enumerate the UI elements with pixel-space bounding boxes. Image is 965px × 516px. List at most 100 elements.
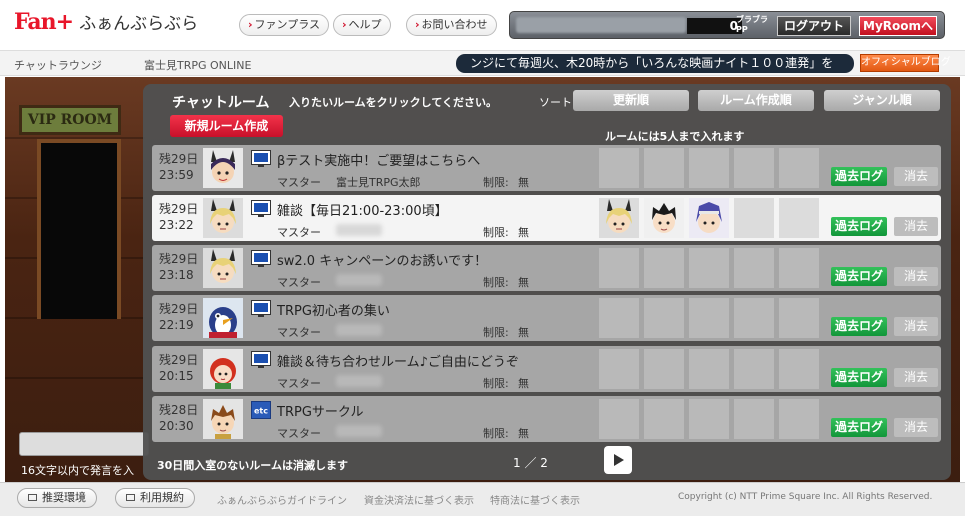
room-title: TRPG初心者の集い [277,304,390,319]
payment-law-link[interactable]: 資金決済法に基づく表示 [364,492,474,507]
delete-room-button[interactable]: 消去 [894,217,938,236]
room-row[interactable]: 残28日 20:30 etc TRPGサークル マスター 制限: 無 過去ログ 消去 [152,396,941,442]
site-logo[interactable]: Fan+ ふぁんぶらぶら [14,9,198,35]
room-updated-time: 23:22 [159,218,194,232]
empty-slot [689,248,729,288]
empty-slot [599,349,639,389]
pp-label: ブラブラ PP [736,15,768,35]
chevron-right-icon: › [415,18,420,31]
empty-slot [644,349,684,389]
monitor-icon [251,200,271,218]
blonde-bunny-ears-avatar [203,248,243,288]
room-master-blurred [336,274,382,286]
room-row[interactable]: 残29日 23:22 雑談【毎日21:00-23:00頃】 マスター 制限: 無 過去ログ消… [152,195,941,241]
room-limit-value: 無 [518,226,529,239]
empty-slot [734,349,774,389]
delete-room-button[interactable]: 消去 [894,167,938,186]
official-blog-button[interactable]: オフィシャルブログ [860,54,951,72]
vip-room-door[interactable] [37,139,121,319]
footer: 推奨環境 利用規約 ふぁんぶらぶらガイドライン 資金決済法に基づく表示 特商法に… [0,482,965,516]
recommended-env-label: 推奨環境 [42,491,86,504]
room-master-label: マスター [277,176,321,189]
room-days-left: 残29日 [159,252,199,266]
past-log-button[interactable]: 過去ログ [831,368,887,387]
past-log-button[interactable]: 過去ログ [831,167,887,186]
room-updated-time: 20:30 [159,419,194,433]
nav-help-label: ヘルプ [348,18,382,31]
empty-slot [734,248,774,288]
empty-slot [644,148,684,188]
terms-button[interactable]: 利用規約 [115,488,195,508]
pp-label-line2: PP [736,25,748,34]
sort-by-created-button[interactable]: ルーム作成順 [698,90,814,111]
nav-help-link[interactable]: › ヘルプ [333,14,391,36]
room-master-name: 富士見TRPG太郎 [336,176,421,189]
brown-hair-boy-avatar [203,399,243,439]
nav-contact-label: お問い合わせ [421,18,488,31]
blonde-bunny-ears-avatar [203,198,243,238]
empty-slot [689,298,729,338]
myroom-button[interactable]: MyRoomへ [859,16,937,36]
room-limit-value: 無 [518,377,529,390]
monitor-icon [251,250,271,268]
room-master-label: マスター [277,427,321,440]
sort-by-genre-button[interactable]: ジャンル順 [824,90,940,111]
next-page-button[interactable] [604,446,632,474]
breadcrumb-room-name: 富士見TRPG ONLINE [144,59,252,72]
delete-room-button[interactable]: 消去 [894,267,938,286]
room-limit-label: 制限: [483,427,509,440]
nav-contact-link[interactable]: › お問い合わせ [406,14,497,36]
room-row[interactable]: 残29日 22:19 TRPG初心者の集い マスター 制限: 無 過去ログ 消去 [152,295,941,341]
room-limit-label: 制限: [483,326,509,339]
past-log-button[interactable]: 過去ログ [831,418,887,437]
new-room-button[interactable]: 新規ルーム作成 [170,115,283,137]
empty-slot [734,198,774,238]
room-limit-label: 制限: [483,377,509,390]
delete-room-button[interactable]: 消去 [894,368,938,387]
logout-button[interactable]: ログアウト [777,16,851,36]
past-log-button[interactable]: 過去ログ [831,267,887,286]
commerce-law-link[interactable]: 特商法に基づく表示 [490,492,580,507]
room-updated-time: 23:18 [159,268,194,282]
chat-message-input[interactable] [19,432,149,456]
nav-fanplus-link[interactable]: › ファンプラス [239,14,329,36]
room-title: sw2.0 キャンペーンのお誘いです！ [277,254,488,269]
empty-slot [779,399,819,439]
empty-slot [599,298,639,338]
sort-label: ソート [539,96,572,109]
room-master-label: マスター [277,226,321,239]
room-title: βテスト実施中！ご要望はこちらへ [277,154,481,169]
room-days-left: 残29日 [159,152,199,166]
delete-room-button[interactable]: 消去 [894,418,938,437]
room-limit-value: 無 [518,326,529,339]
room-remaining-days: 残29日 23:18 [159,251,198,283]
news-ticker[interactable]: ンジにて毎週火、木20時から「いろんな映画ナイト１００連発」を [456,54,854,73]
empty-slot [689,349,729,389]
room-days-left: 残29日 [159,202,199,216]
past-log-button[interactable]: 過去ログ [831,217,887,236]
sort-by-updated-button[interactable]: 更新順 [573,90,689,111]
past-log-button[interactable]: 過去ログ [831,317,887,336]
chat-input-hint: 16文字以内で発言を入 [21,464,134,477]
room-remaining-days: 残28日 20:30 [159,402,198,434]
monitor-icon [251,300,271,318]
etc-icon: etc [251,401,271,419]
room-remaining-days: 残29日 23:59 [159,151,198,183]
room-days-left: 残28日 [159,403,199,417]
guideline-link[interactable]: ふぁんぶらぶらガイドライン [217,492,347,507]
brand-name: Fan+ [14,9,74,35]
delete-room-button[interactable]: 消去 [894,317,938,336]
room-row[interactable]: 残29日 23:18 sw2.0 キャンペーンのお誘いです！ マスター 制限: 無 過去ログ… [152,245,941,291]
room-limit-value: 無 [518,427,529,440]
room-master-blurred [336,324,382,336]
recommended-env-button[interactable]: 推奨環境 [17,488,97,508]
room-row[interactable]: 残29日 23:59 βテスト実施中！ご要望はこちらへ マスター 富士見TRPG太郎 制限… [152,145,941,191]
room-remaining-days: 残29日 20:15 [159,352,198,384]
empty-slot [779,298,819,338]
room-master-label: マスター [277,276,321,289]
vip-room-sign: VIP ROOM [19,105,121,135]
breadcrumb-chat-lounge[interactable]: チャットラウンジ [14,57,102,73]
room-row[interactable]: 残29日 20:15 雑談＆待ち合わせルーム♪ご自由にどうぞ マスター 制限: 無 過去ログ… [152,346,941,392]
empty-slot [689,399,729,439]
room-remaining-days: 残29日 22:19 [159,301,198,333]
